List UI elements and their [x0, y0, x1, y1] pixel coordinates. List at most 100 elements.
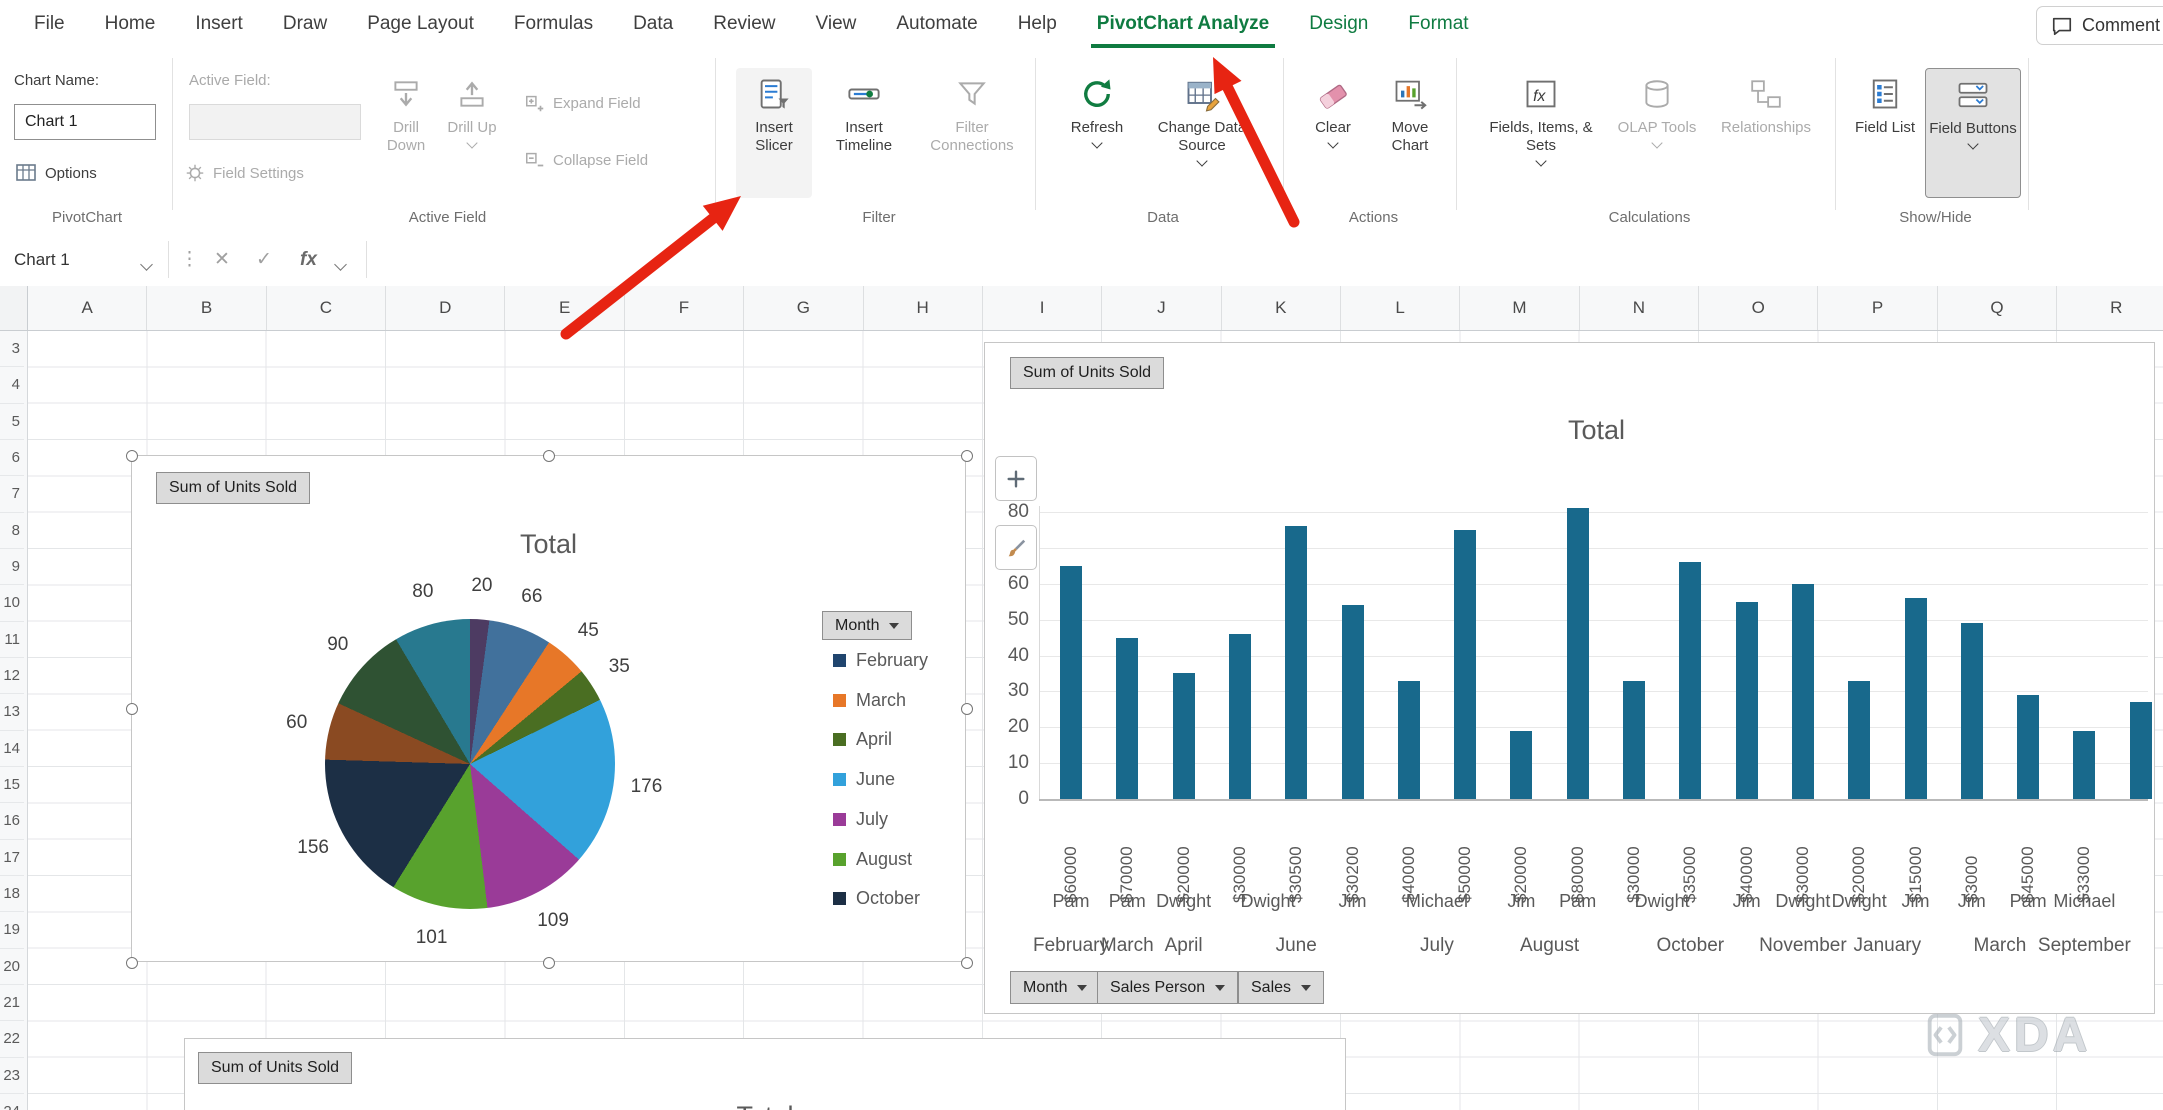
row-header-17[interactable]: 17 [0, 840, 24, 876]
column-header-O[interactable]: O [1699, 286, 1819, 330]
pie-chart-object[interactable]: Sum of Units Sold Total 20 66 45 35 176 109 10… [126, 450, 973, 969]
ribbon-tab-design[interactable]: Design [1289, 0, 1388, 48]
bar[interactable] [2129, 702, 2152, 799]
ribbon-tab-file[interactable]: File [14, 0, 85, 48]
row-header-20[interactable]: 20 [0, 949, 24, 985]
bar-chart-object[interactable]: Sum of Units Sold Total 0102030405060708… [984, 342, 2155, 1014]
column-header-N[interactable]: N [1580, 286, 1700, 330]
bar[interactable] [1623, 680, 1645, 799]
axis-field-button-sales[interactable]: Sales [1238, 971, 1325, 1004]
legend-item-april[interactable]: April [833, 729, 892, 750]
name-box-chevron-icon[interactable] [140, 258, 153, 271]
insert-function-icon[interactable]: fx [300, 233, 317, 286]
chart-elements-button[interactable] [995, 456, 1037, 501]
row-header-7[interactable]: 7 [0, 476, 24, 513]
row-header-3[interactable]: 3 [0, 331, 24, 368]
axis-field-button-sales-person[interactable]: Sales Person [1097, 971, 1239, 1004]
name-box[interactable]: Chart 1 [14, 233, 70, 286]
bar[interactable] [1904, 598, 1927, 799]
row-header-13[interactable]: 13 [0, 694, 24, 731]
row-header-6[interactable]: 6 [0, 440, 24, 477]
move-chart-button[interactable]: Move Chart [1373, 68, 1447, 198]
chart-name-input[interactable]: Chart 1 [14, 104, 156, 140]
bar[interactable] [1228, 633, 1251, 799]
bar[interactable] [1341, 605, 1364, 799]
pie-plot[interactable] [325, 619, 615, 909]
ribbon-tab-data[interactable]: Data [613, 0, 693, 48]
ribbon-tab-format[interactable]: Format [1388, 0, 1488, 48]
row-header-15[interactable]: 15 [0, 767, 24, 804]
bar[interactable] [1454, 529, 1477, 799]
chart-styles-button[interactable] [995, 525, 1037, 570]
ribbon-tab-view[interactable]: View [796, 0, 877, 48]
row-header-5[interactable]: 5 [0, 404, 24, 440]
bar[interactable] [1060, 565, 1082, 799]
column-header-Q[interactable]: Q [1938, 286, 2058, 330]
fx-chevron-icon[interactable] [334, 258, 347, 271]
bar-value-field-button[interactable]: Sum of Units Sold [1010, 357, 1165, 389]
row-header-22[interactable]: 22 [0, 1021, 24, 1058]
legend-item-october[interactable]: October [833, 888, 920, 909]
field-list-button[interactable]: Field List [1851, 68, 1919, 198]
selection-handle[interactable] [961, 703, 973, 715]
ribbon-tab-formulas[interactable]: Formulas [494, 0, 613, 48]
bar[interactable] [1510, 730, 1533, 799]
selection-handle[interactable] [126, 703, 138, 715]
ribbon-tab-review[interactable]: Review [693, 0, 795, 48]
refresh-button[interactable]: Refresh [1061, 68, 1133, 198]
row-header-10[interactable]: 10 [0, 585, 24, 622]
bar[interactable] [1566, 508, 1589, 799]
clear-button[interactable]: Clear [1301, 68, 1365, 198]
field-buttons-button[interactable]: Field Buttons [1925, 68, 2021, 198]
column-header-H[interactable]: H [864, 286, 983, 330]
selection-handle[interactable] [543, 957, 555, 969]
row-header-23[interactable]: 23 [0, 1058, 24, 1094]
fields-items-sets-button[interactable]: fx Fields, Items, & Sets [1474, 68, 1608, 198]
bottom-chart-object[interactable]: Sum of Units Sold Total [184, 1038, 1346, 1110]
column-header-P[interactable]: P [1818, 286, 1938, 330]
enter-icon[interactable]: ✓ [256, 233, 272, 286]
legend-month-field-button[interactable]: Month [822, 611, 913, 640]
column-header-C[interactable]: C [267, 286, 387, 330]
row-header-14[interactable]: 14 [0, 731, 24, 767]
ribbon-tab-home[interactable]: Home [85, 0, 176, 48]
axis-field-button-month[interactable]: Month [1010, 971, 1101, 1004]
row-header-24[interactable]: 24 [0, 1094, 24, 1110]
legend-item-february[interactable]: February [833, 650, 928, 671]
bar[interactable] [1735, 601, 1758, 799]
ribbon-tab-help[interactable]: Help [998, 0, 1077, 48]
selection-handle[interactable] [543, 450, 555, 462]
ribbon-tab-automate[interactable]: Automate [876, 0, 997, 48]
ribbon-tab-draw[interactable]: Draw [263, 0, 347, 48]
ribbon-tab-page-layout[interactable]: Page Layout [347, 0, 494, 48]
selection-handle[interactable] [126, 957, 138, 969]
ribbon-tab-insert[interactable]: Insert [175, 0, 263, 48]
column-header-F[interactable]: F [625, 286, 745, 330]
pie-value-field-button[interactable]: Sum of Units Sold [156, 472, 311, 504]
row-header-19[interactable]: 19 [0, 912, 24, 949]
column-header-L[interactable]: L [1341, 286, 1461, 330]
options-button[interactable]: Options [14, 158, 97, 188]
bar[interactable] [1679, 562, 1702, 799]
row-header-4[interactable]: 4 [0, 367, 24, 404]
bottom-value-field-button[interactable]: Sum of Units Sold [198, 1052, 353, 1084]
selection-handle[interactable] [961, 957, 973, 969]
column-header-I[interactable]: I [983, 286, 1103, 330]
bar[interactable] [2017, 694, 2040, 799]
change-data-source-button[interactable]: Change Data Source [1143, 68, 1261, 198]
bar[interactable] [1116, 637, 1139, 799]
bar[interactable] [1848, 680, 1871, 799]
bar[interactable] [1791, 583, 1814, 799]
column-header-A[interactable]: A [28, 286, 148, 330]
column-header-J[interactable]: J [1102, 286, 1222, 330]
insert-timeline-button[interactable]: Insert Timeline [821, 68, 907, 198]
cancel-icon[interactable]: ✕ [214, 233, 230, 286]
selection-handle[interactable] [961, 450, 973, 462]
bar[interactable] [1397, 680, 1420, 799]
column-header-M[interactable]: M [1460, 286, 1580, 330]
legend-item-june[interactable]: June [833, 769, 895, 790]
bar[interactable] [1285, 526, 1308, 799]
bar[interactable] [1960, 623, 1983, 799]
column-header-G[interactable]: G [744, 286, 864, 330]
row-header-9[interactable]: 9 [0, 549, 24, 586]
